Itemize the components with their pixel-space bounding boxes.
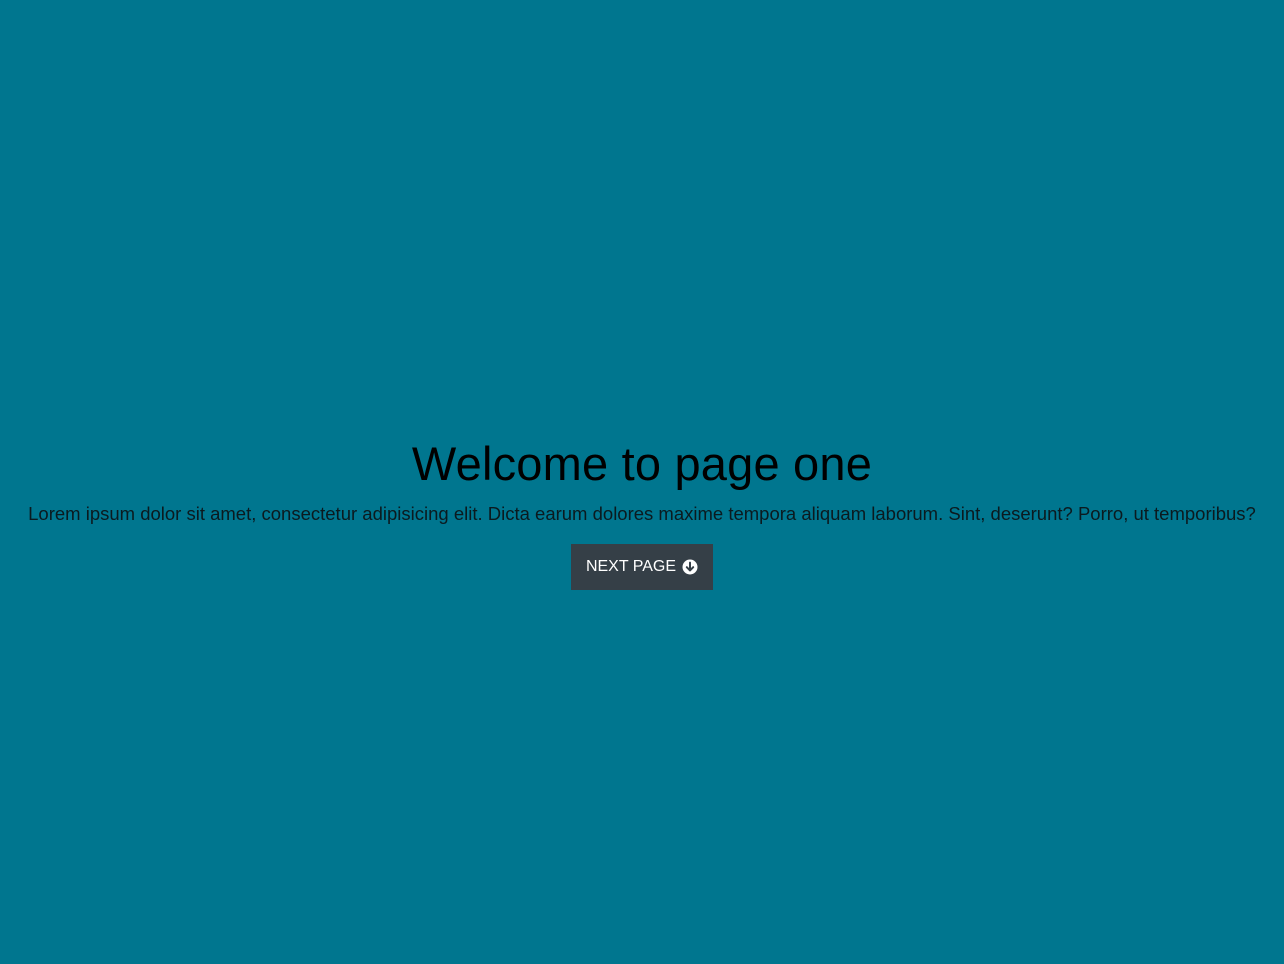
next-page-button-label: NEXT PAGE xyxy=(585,558,677,575)
page: Welcome to page one Lorem ipsum dolor si… xyxy=(0,0,1284,964)
hero-section: Welcome to page one Lorem ipsum dolor si… xyxy=(0,436,1284,590)
hero-text: Lorem ipsum dolor sit amet, consectetur … xyxy=(28,503,1256,524)
arrow-circle-down-icon xyxy=(682,559,698,575)
next-page-button[interactable]: NEXT PAGE xyxy=(571,544,713,590)
page-title: Welcome to page one xyxy=(411,437,873,490)
